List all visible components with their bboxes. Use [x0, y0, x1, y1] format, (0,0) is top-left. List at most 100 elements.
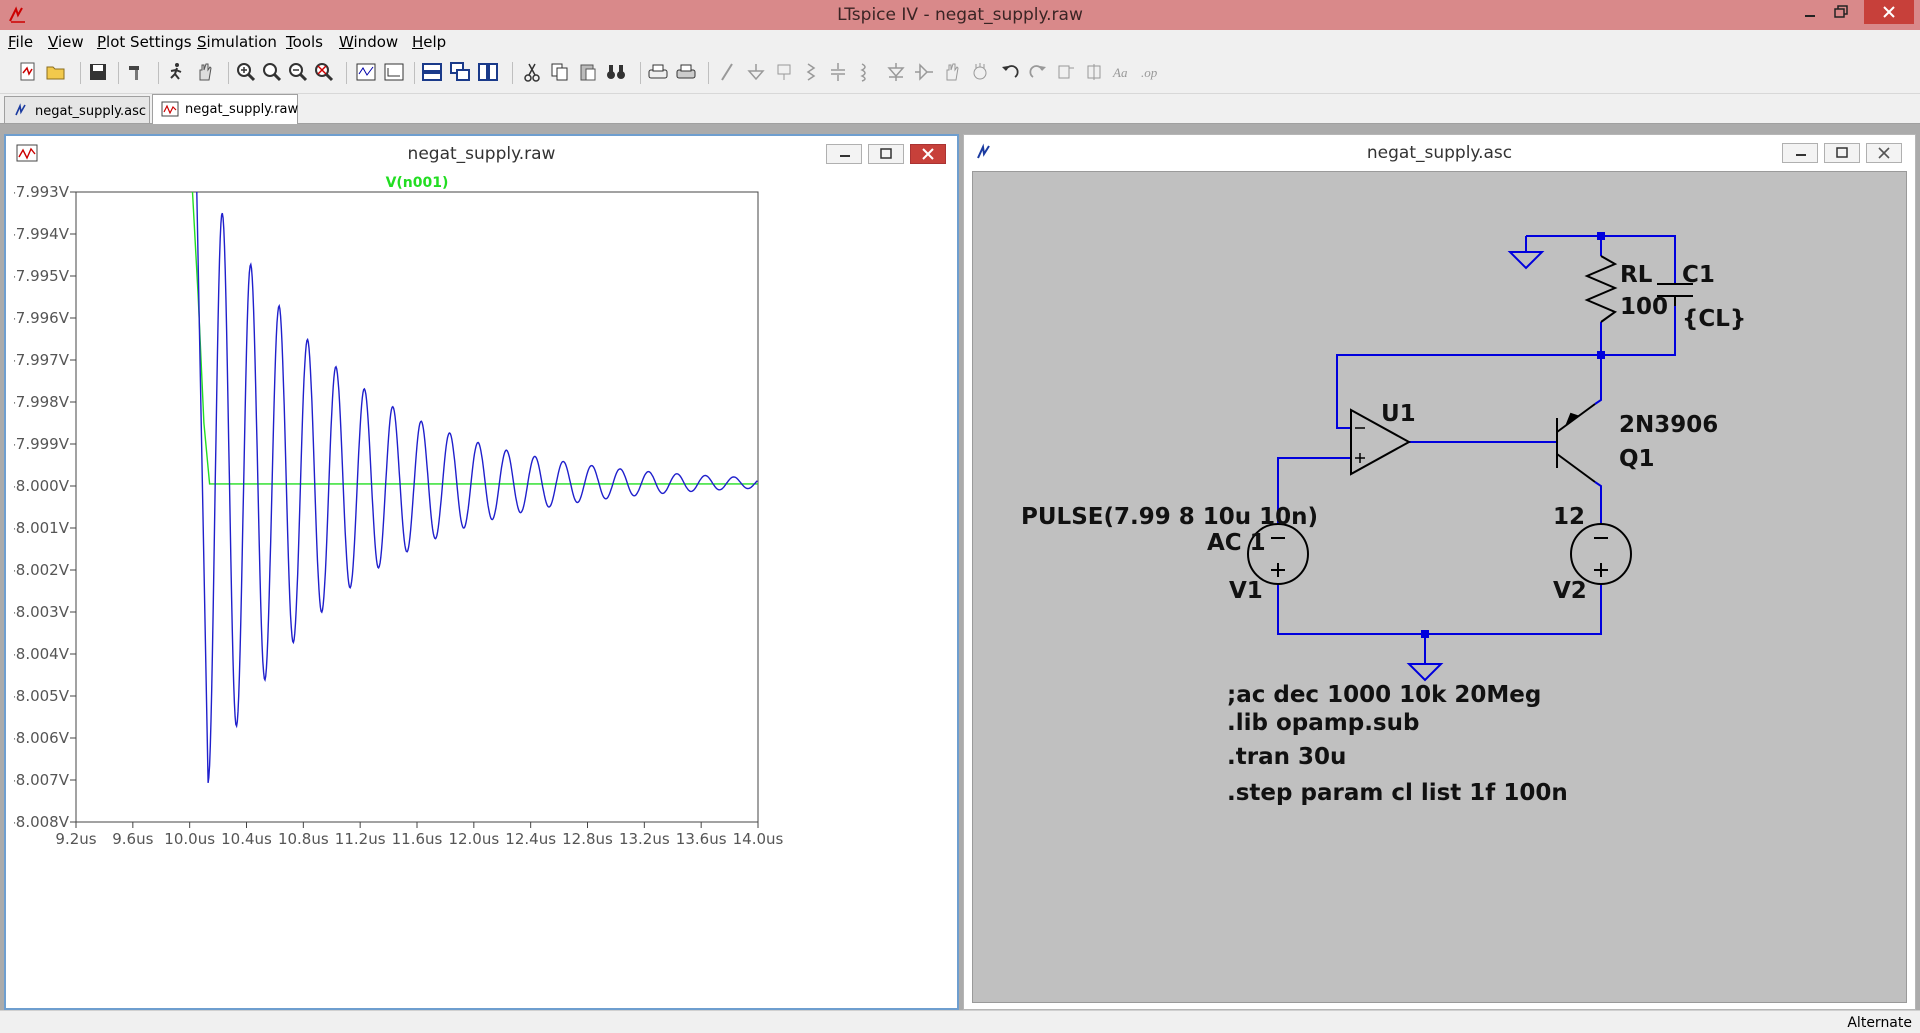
x-tick-label[interactable]: 10.0us — [164, 830, 215, 848]
draw-wire-icon[interactable] — [716, 60, 740, 84]
x-tick-label[interactable]: 12.8us — [562, 830, 613, 848]
v2-value-label[interactable]: 12 — [1553, 504, 1585, 530]
y-tick-label[interactable]: -8.005V — [14, 687, 70, 705]
y-tick-label[interactable]: -7.997V — [14, 351, 70, 369]
tab-negat-supply-asc[interactable]: negat_supply.asc — [4, 96, 150, 123]
schematic-minimize-button[interactable] — [1782, 143, 1818, 163]
spice-directive-icon[interactable]: .op — [1138, 60, 1162, 84]
v1-ac-label[interactable]: AC 1 — [1207, 530, 1266, 556]
paste-icon[interactable] — [576, 60, 600, 84]
autorange-icon[interactable] — [354, 60, 378, 84]
schematic-window-titlebar[interactable]: negat_supply.asc — [964, 135, 1915, 169]
waveform-plot-pane[interactable]: -7.993V -7.994V -7.995V -7.996V -7.997V -7.99… — [14, 172, 949, 1004]
y-tick-label[interactable]: -8.000V — [14, 477, 70, 495]
y-tick-label[interactable]: -8.001V — [14, 519, 70, 537]
c1-value-label[interactable]: {CL} — [1682, 306, 1746, 332]
rl-value-label[interactable]: 100 — [1620, 294, 1668, 320]
x-tick-label[interactable]: 11.2us — [335, 830, 386, 848]
q1-name-label[interactable]: Q1 — [1619, 446, 1655, 472]
v1-spec-label[interactable]: PULSE(7.99 8 10u 10n) — [1021, 504, 1318, 530]
waveform-window-titlebar[interactable]: negat_supply.raw — [6, 136, 957, 170]
x-tick-label[interactable]: 13.6us — [676, 830, 727, 848]
tab-negat-supply-raw[interactable]: negat_supply.raw — [152, 94, 298, 124]
text-icon[interactable]: Aa — [1110, 60, 1134, 84]
menu-window[interactable]: Window — [339, 33, 398, 51]
find-binoculars-icon[interactable] — [604, 60, 628, 84]
x-tick-label[interactable]: 9.2us — [55, 830, 96, 848]
spice-directive-lib[interactable]: .lib opamp.sub — [1227, 710, 1419, 736]
trace-legend-vn001[interactable]: V(n001) — [386, 175, 449, 191]
undo-icon[interactable] — [998, 60, 1022, 84]
y-tick-label[interactable]: -8.004V — [14, 645, 70, 663]
schematic-restore-button[interactable] — [1824, 143, 1860, 163]
open-folder-icon[interactable] — [44, 60, 68, 84]
waveform-close-button[interactable] — [910, 144, 946, 164]
zoom-in-icon[interactable] — [234, 60, 258, 84]
rotate-icon[interactable] — [1054, 60, 1078, 84]
drag-hand-icon[interactable] — [968, 60, 992, 84]
y-tick-label[interactable]: -7.998V — [14, 393, 70, 411]
menu-help[interactable]: Help — [412, 33, 446, 51]
spice-directive-step[interactable]: .step param cl list 1f 100n — [1227, 780, 1568, 806]
x-tick-label[interactable]: 10.4us — [221, 830, 272, 848]
v1-name-label[interactable]: V1 — [1229, 578, 1263, 604]
v2-name-label[interactable]: V2 — [1553, 578, 1587, 604]
manual-limits-icon[interactable] — [382, 60, 406, 84]
transistor-q1[interactable] — [1556, 403, 1596, 483]
resistor-rl[interactable] — [1584, 255, 1618, 323]
zoom-fit-icon[interactable] — [312, 60, 336, 84]
x-tick-label[interactable]: 14.0us — [733, 830, 784, 848]
wire-collector[interactable] — [1594, 481, 1602, 524]
diode-icon[interactable] — [884, 60, 908, 84]
menu-plot-settings[interactable]: Plot Settings — [97, 33, 192, 51]
plot-area[interactable] — [75, 191, 759, 823]
y-tick-label[interactable]: -8.008V — [14, 813, 70, 831]
cascade-windows-icon[interactable] — [448, 60, 472, 84]
x-tick-label[interactable]: 12.4us — [505, 830, 556, 848]
minimize-button[interactable] — [1795, 0, 1825, 24]
y-tick-label[interactable]: -8.007V — [14, 771, 70, 789]
schematic-drawing[interactable]: RL 100 C1 {CL} U1 2N3906 Q1 PULSE(7.99 8… — [973, 172, 1908, 1004]
spice-directive-tran[interactable]: .tran 30u — [1227, 744, 1346, 770]
y-tick-label[interactable]: -8.006V — [14, 729, 70, 747]
x-tick-label[interactable]: 12.0us — [448, 830, 499, 848]
schematic-canvas[interactable]: RL 100 C1 {CL} U1 2N3906 Q1 PULSE(7.99 8… — [972, 171, 1907, 1003]
voltage-source-v2[interactable] — [1570, 523, 1632, 585]
new-schematic-icon[interactable] — [16, 60, 40, 84]
x-tick-label[interactable]: 11.6us — [392, 830, 443, 848]
y-tick-label[interactable]: -7.993V — [14, 183, 70, 201]
resistor-icon[interactable] — [800, 60, 824, 84]
tile-vertical-icon[interactable] — [476, 60, 500, 84]
halt-hand-icon[interactable] — [193, 60, 217, 84]
y-tick-label[interactable]: -7.995V — [14, 267, 70, 285]
c1-name-label[interactable]: C1 — [1682, 262, 1715, 288]
wire-feedback[interactable] — [1336, 354, 1601, 429]
q1-model-label[interactable]: 2N3906 — [1619, 412, 1718, 438]
save-icon[interactable] — [86, 60, 110, 84]
copy-icon[interactable] — [548, 60, 572, 84]
spice-directive-ac[interactable]: ;ac dec 1000 10k 20Meg — [1227, 682, 1541, 708]
x-tick-label[interactable]: 13.2us — [619, 830, 670, 848]
cut-icon[interactable] — [520, 60, 544, 84]
schematic-close-button[interactable] — [1866, 143, 1902, 163]
restore-button[interactable] — [1826, 0, 1856, 24]
y-tick-label[interactable]: -7.996V — [14, 309, 70, 327]
y-tick-label[interactable]: -7.994V — [14, 225, 70, 243]
ground-icon[interactable] — [744, 60, 768, 84]
redo-icon[interactable] — [1026, 60, 1050, 84]
menu-simulation[interactable]: Simulation — [197, 33, 277, 51]
component-icon[interactable] — [912, 60, 936, 84]
y-tick-label[interactable]: -8.003V — [14, 603, 70, 621]
zoom-out-icon[interactable] — [286, 60, 310, 84]
capacitor-icon[interactable] — [826, 60, 850, 84]
opamp-name-label[interactable]: U1 — [1381, 401, 1416, 427]
wire-emitter[interactable] — [1594, 355, 1602, 405]
control-panel-hammer-icon[interactable] — [124, 60, 148, 84]
x-tick-label[interactable]: 9.6us — [112, 830, 153, 848]
menu-view[interactable]: View — [48, 33, 84, 51]
tile-horizontal-icon[interactable] — [420, 60, 444, 84]
mirror-icon[interactable] — [1082, 60, 1106, 84]
y-tick-label[interactable]: -8.002V — [14, 561, 70, 579]
run-simulation-icon[interactable] — [164, 60, 188, 84]
label-net-icon[interactable] — [772, 60, 796, 84]
